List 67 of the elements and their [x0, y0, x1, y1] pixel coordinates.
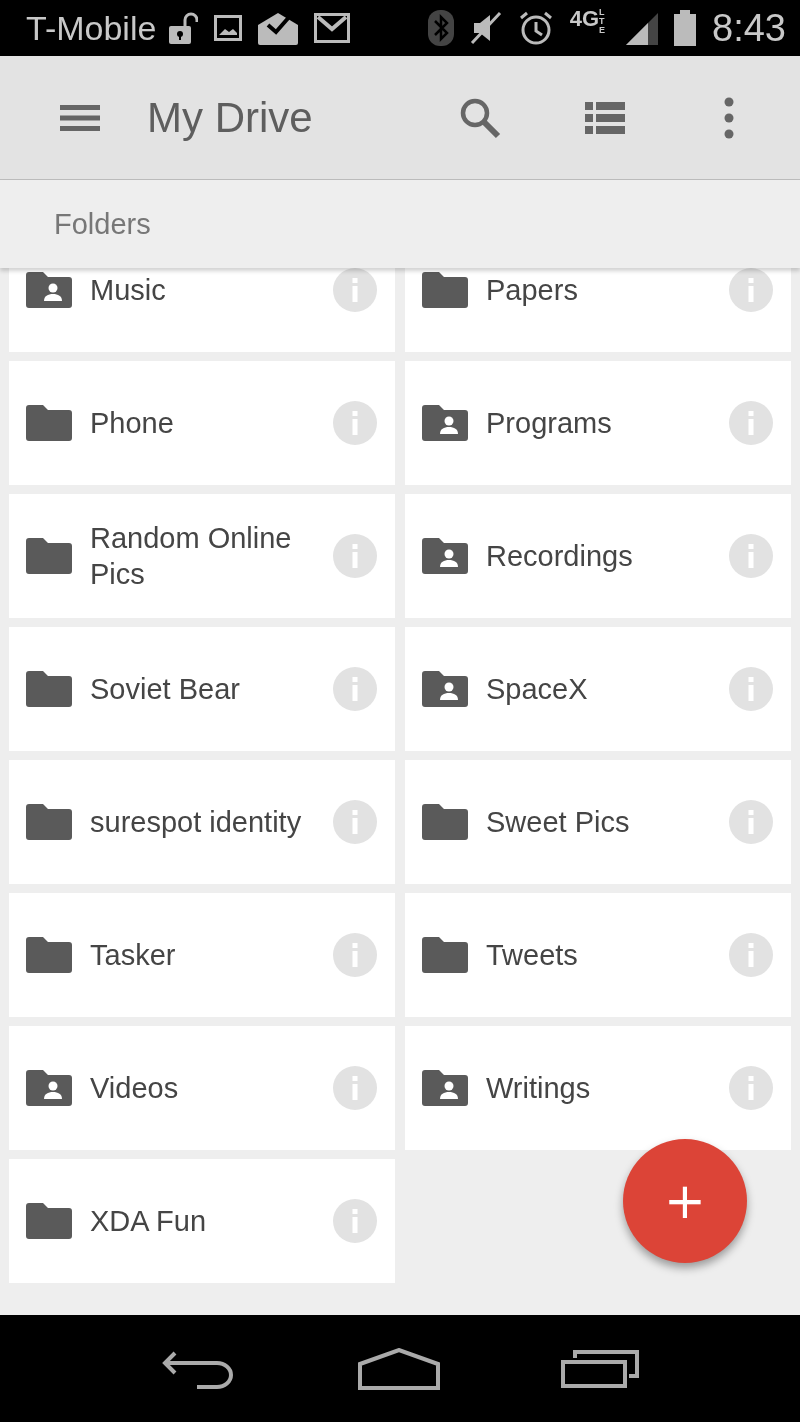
folder-card[interactable]: Videos	[9, 1026, 395, 1150]
folder-name: Sweet Pics	[486, 805, 631, 840]
folder-name: XDA Fun	[90, 1204, 208, 1239]
folder-card[interactable]: Sweet Pics	[405, 760, 791, 884]
info-icon[interactable]	[729, 800, 773, 844]
battery-icon	[674, 10, 697, 46]
info-icon[interactable]	[333, 534, 377, 578]
section-title: Folders	[54, 207, 151, 241]
info-icon[interactable]	[729, 268, 773, 312]
folder-name: SpaceX	[486, 672, 589, 707]
info-icon[interactable]	[333, 933, 377, 977]
folder-card[interactable]: Tasker	[9, 893, 395, 1017]
folder-card[interactable]: Programs	[405, 361, 791, 485]
add-button[interactable]: +	[623, 1139, 747, 1263]
image-icon	[214, 15, 243, 41]
folder-card[interactable]: Papers	[405, 268, 791, 352]
muted-speaker-icon	[469, 11, 502, 45]
folder-card[interactable]: XDA Fun	[9, 1159, 395, 1283]
clock-time: 8:43	[712, 6, 786, 50]
carrier-name: T-Mobile	[26, 8, 157, 48]
folder-name: Writings	[486, 1071, 592, 1106]
more-options-icon[interactable]	[724, 96, 734, 139]
folder-name: Phone	[90, 406, 175, 441]
gmail-icon	[314, 13, 351, 43]
folder-card[interactable]: Tweets	[405, 893, 791, 1017]
unlocked-padlock-icon	[168, 12, 199, 44]
recent-apps-icon[interactable]	[561, 1349, 640, 1388]
folder-name: Videos	[90, 1071, 180, 1106]
folder-name: Programs	[486, 406, 613, 441]
network-subtype: LTE	[599, 8, 607, 35]
folder-name: Papers	[486, 273, 579, 308]
info-icon[interactable]	[333, 1199, 377, 1243]
menu-icon[interactable]	[60, 104, 100, 131]
folder-card[interactable]: Recordings	[405, 494, 791, 618]
info-icon[interactable]	[333, 268, 377, 312]
bluetooth-icon	[427, 10, 454, 46]
info-icon[interactable]	[729, 933, 773, 977]
search-icon[interactable]	[459, 96, 501, 139]
info-icon[interactable]	[333, 1066, 377, 1110]
folder-card[interactable]: surespot identity	[9, 760, 395, 884]
info-icon[interactable]	[333, 800, 377, 844]
network-type: 4G	[569, 6, 600, 31]
folder-name: surespot identity	[90, 805, 303, 840]
info-icon[interactable]	[333, 401, 377, 445]
folder-card[interactable]: SpaceX	[405, 627, 791, 751]
info-icon[interactable]	[729, 401, 773, 445]
info-icon[interactable]	[729, 1066, 773, 1110]
info-icon[interactable]	[729, 534, 773, 578]
folder-name: Tasker	[90, 938, 177, 973]
folder-card[interactable]: Music	[9, 268, 395, 352]
folder-name: Recordings	[486, 539, 634, 574]
mail-check-icon	[258, 11, 299, 45]
folder-card[interactable]: Soviet Bear	[9, 627, 395, 751]
folder-card[interactable]: Phone	[9, 361, 395, 485]
folder-name: Tweets	[486, 938, 579, 973]
alarm-clock-icon	[517, 10, 554, 46]
info-icon[interactable]	[333, 667, 377, 711]
home-icon[interactable]	[358, 1347, 440, 1390]
folder-card[interactable]: Writings	[405, 1026, 791, 1150]
signal-icon	[624, 11, 659, 45]
folder-card[interactable]: Random Online Pics	[9, 494, 395, 618]
folder-name: Music	[90, 273, 167, 308]
info-icon[interactable]	[729, 667, 773, 711]
list-view-icon[interactable]	[585, 101, 625, 134]
folder-name: Soviet Bear	[90, 672, 241, 707]
toolbar-title: My Drive	[147, 93, 314, 142]
folder-name: Random Online Pics	[90, 521, 293, 592]
